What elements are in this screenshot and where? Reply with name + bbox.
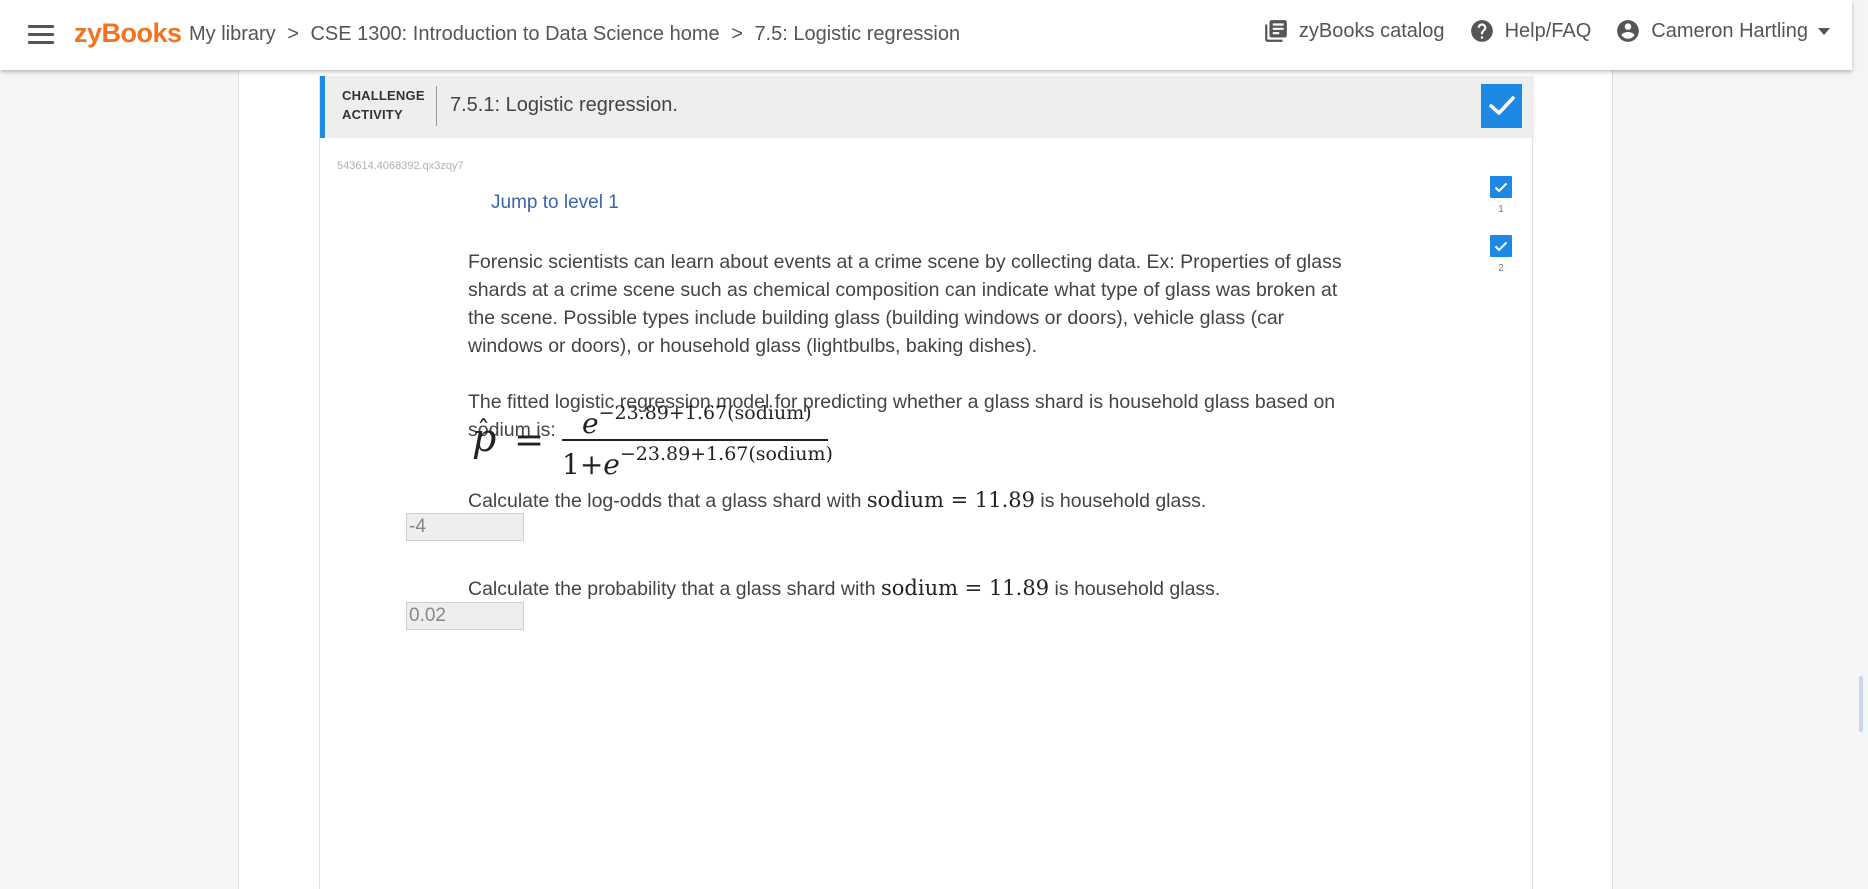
breadcrumb-separator: > bbox=[287, 23, 299, 45]
top-bar: zyBooks My library > CSE 1300: Introduct… bbox=[0, 0, 1852, 70]
account-circle-icon bbox=[1617, 20, 1640, 42]
numerator-exponent: −23.89+1.67(sodium) bbox=[598, 402, 812, 424]
chevron-down-icon bbox=[1818, 27, 1830, 35]
activity-type-label: CHALLENGE ACTIVITY bbox=[342, 86, 425, 124]
breadcrumb-separator: > bbox=[731, 23, 743, 45]
formula-p-hat: ˆp bbox=[472, 416, 496, 460]
denominator-prefix: 1+ bbox=[562, 448, 604, 481]
level-2-checkbox[interactable] bbox=[1490, 235, 1512, 257]
level-2-number: 2 bbox=[1498, 263, 1504, 274]
help-label: Help/FAQ bbox=[1504, 19, 1592, 42]
header-divider bbox=[436, 86, 437, 126]
denominator-base: e bbox=[603, 448, 620, 481]
probability-answer-field[interactable]: 0.02 bbox=[406, 602, 524, 630]
prompt-paragraph-1: Forensic scientists can learn about even… bbox=[468, 251, 1342, 357]
activity-type-line1: CHALLENGE bbox=[342, 88, 425, 103]
denominator-exponent: −23.89+1.67(sodium) bbox=[619, 443, 833, 465]
completion-badge bbox=[1481, 84, 1522, 128]
breadcrumb-course-link[interactable]: CSE 1300: Introduction to Data Science h… bbox=[310, 23, 719, 45]
level-1-checkbox[interactable] bbox=[1490, 176, 1512, 198]
user-menu-button[interactable]: Cameron Hartling bbox=[1615, 18, 1830, 44]
hat-accent: ˆ bbox=[477, 416, 490, 446]
checkmark-icon bbox=[1494, 182, 1508, 192]
right-nav: zyBooks catalog Help/FAQ Cameron Hartlin… bbox=[1239, 18, 1830, 44]
activity-header: CHALLENGE ACTIVITY 7.5.1: Logistic regre… bbox=[320, 76, 1534, 138]
formula-numerator: e−23.89+1.67(sodium) bbox=[582, 402, 828, 440]
formula-equals: = bbox=[514, 420, 545, 461]
breadcrumb: My library > CSE 1300: Introduction to D… bbox=[189, 23, 960, 46]
question-1-after: is household glass. bbox=[1035, 490, 1207, 512]
question-2-text: Calculate the probability that a glass s… bbox=[468, 574, 1368, 603]
question-1-text: Calculate the log-odds that a glass shar… bbox=[468, 486, 1368, 515]
help-circle-icon bbox=[1470, 20, 1493, 42]
question-2-before: Calculate the probability that a glass s… bbox=[468, 578, 881, 600]
fraction-bar bbox=[562, 439, 828, 441]
question-2-after: is household glass. bbox=[1049, 578, 1221, 600]
challenge-activity: CHALLENGE ACTIVITY 7.5.1: Logistic regre… bbox=[319, 76, 1534, 889]
menu-icon[interactable] bbox=[28, 25, 54, 45]
checkmark-icon bbox=[1494, 241, 1508, 251]
jump-to-level-link[interactable]: Jump to level 1 bbox=[491, 192, 619, 214]
breadcrumb-library-link[interactable]: My library bbox=[189, 23, 276, 45]
scrollbar-thumb[interactable] bbox=[1859, 676, 1863, 732]
help-button[interactable]: Help/FAQ bbox=[1469, 18, 1592, 44]
library-books-icon bbox=[1265, 20, 1287, 42]
user-name: Cameron Hartling bbox=[1651, 19, 1808, 42]
question-1-math: sodium = 11.89 bbox=[866, 488, 1035, 512]
zybooks-logo[interactable]: zyBooks bbox=[74, 18, 182, 49]
question-1-before: Calculate the log-odds that a glass shar… bbox=[468, 490, 867, 512]
question-2-math: sodium = 11.89 bbox=[880, 576, 1050, 600]
breadcrumb-current-section: 7.5: Logistic regression bbox=[754, 23, 961, 45]
activity-title: 7.5.1: Logistic regression. bbox=[450, 94, 678, 116]
catalog-button[interactable]: zyBooks catalog bbox=[1263, 18, 1445, 44]
checkmark-icon bbox=[1488, 96, 1515, 115]
numerator-base: e bbox=[582, 407, 599, 440]
activity-type-line2: ACTIVITY bbox=[342, 107, 403, 122]
activity-id: 543614.4068392.qx3zqy7 bbox=[337, 160, 464, 172]
log-odds-answer-field[interactable]: -4 bbox=[406, 513, 524, 541]
formula-denominator: 1+e−23.89+1.67(sodium) bbox=[562, 443, 833, 481]
level-1-number: 1 bbox=[1498, 204, 1504, 215]
catalog-label: zyBooks catalog bbox=[1298, 19, 1445, 42]
